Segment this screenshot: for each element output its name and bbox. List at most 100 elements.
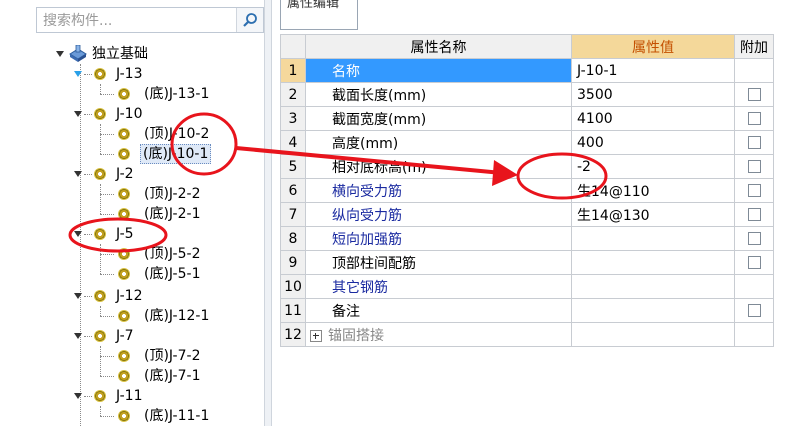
property-row[interactable]: 10 其它钢筋 (280, 274, 774, 299)
attach-checkbox[interactable] (747, 112, 761, 125)
tree-group-label: J-5 (116, 226, 134, 242)
attach-checkbox[interactable] (747, 160, 761, 173)
property-name-cell[interactable]: 其它钢筋 (305, 274, 572, 299)
attach-cell (734, 322, 774, 347)
tab-property-edit[interactable]: 属性编辑 (280, 0, 358, 30)
component-icon (94, 390, 106, 402)
property-row[interactable]: 9 顶部柱间配筋 (280, 250, 774, 275)
property-name: 截面长度(mm) (332, 87, 427, 104)
property-name-cell[interactable]: 相对底标高(m) (305, 154, 572, 179)
property-name-cell[interactable]: 备注 (305, 298, 572, 323)
property-row[interactable]: 11 备注 (280, 298, 774, 323)
property-value-cell[interactable] (571, 298, 735, 323)
property-name: 横向受力筋 (332, 183, 402, 200)
property-name-cell[interactable]: 顶部柱间配筋 (305, 250, 572, 275)
property-name: 名称 (332, 63, 360, 80)
attach-checkbox[interactable] (747, 136, 761, 149)
collapse-icon[interactable] (74, 393, 82, 399)
property-name: 相对底标高(m) (332, 159, 427, 176)
collapse-icon[interactable] (74, 293, 82, 299)
property-value-cell[interactable] (571, 226, 735, 251)
attach-checkbox[interactable] (747, 232, 761, 245)
property-name: 截面宽度(mm) (332, 111, 427, 128)
search-input[interactable] (41, 10, 235, 32)
tree-group-label: J-2 (116, 166, 134, 182)
attach-checkbox[interactable] (747, 184, 761, 197)
row-number: 10 (280, 274, 306, 299)
tree-group-label: J-11 (116, 388, 143, 404)
attach-checkbox[interactable] (747, 256, 761, 269)
collapse-icon[interactable] (74, 71, 82, 77)
tree-group-label: J-10 (116, 106, 143, 122)
property-name-cell[interactable]: 截面长度(mm) (305, 82, 572, 107)
property-value-cell[interactable]: 生14@130 (571, 202, 735, 227)
property-grid: 属性名称 属性值 附加 1 名称 J-10-1 2 截面长度(mm) 3500 3 截面宽度(… (280, 34, 774, 347)
property-name-cell[interactable]: 锚固搭接 (305, 322, 572, 347)
component-icon (118, 88, 130, 100)
property-name-cell[interactable]: 横向受力筋 (305, 178, 572, 203)
component-icon (118, 350, 130, 362)
attach-cell (734, 250, 774, 275)
collapse-icon[interactable] (74, 231, 82, 237)
property-row[interactable]: 4 高度(mm) 400 (280, 130, 774, 155)
property-value-cell[interactable] (571, 274, 735, 299)
header-attach[interactable]: 附加 (734, 34, 774, 59)
property-value-cell[interactable]: 4100 (571, 106, 735, 131)
property-row[interactable]: 1 名称 J-10-1 (280, 58, 774, 83)
tree-item-label: (底)J-12-1 (144, 308, 210, 324)
component-icon (118, 310, 130, 322)
row-number: 9 (280, 250, 306, 275)
property-value-cell[interactable] (571, 322, 735, 347)
row-number: 3 (280, 106, 306, 131)
tree-item-label: (顶)J-5-2 (144, 246, 201, 262)
property-row[interactable]: 2 截面长度(mm) 3500 (280, 82, 774, 107)
collapse-icon[interactable] (74, 333, 82, 339)
attach-checkbox[interactable] (747, 88, 761, 101)
attach-checkbox[interactable] (747, 208, 761, 221)
collapse-icon[interactable] (74, 171, 82, 177)
collapse-icon[interactable] (56, 51, 64, 57)
attach-cell (734, 106, 774, 131)
row-number: 8 (280, 226, 306, 251)
row-number: 5 (280, 154, 306, 179)
property-name-cell[interactable]: 高度(mm) (305, 130, 572, 155)
property-value-cell[interactable]: -2 (571, 154, 735, 179)
property-name-cell[interactable]: 名称 (305, 58, 572, 83)
property-name: 纵向受力筋 (332, 207, 402, 224)
tree-group-label: J-12 (116, 288, 143, 304)
property-name: 锚固搭接 (328, 327, 384, 344)
attach-checkbox[interactable] (747, 304, 761, 317)
tree-item-label: (顶)J-2-2 (144, 186, 201, 202)
component-icon (118, 268, 130, 280)
property-row[interactable]: 7 纵向受力筋 生14@130 (280, 202, 774, 227)
component-tree-panel: 独立基础 J-13 (底)J-13-1 J-10 (顶)J-10- (0, 0, 266, 426)
row-number: 12 (280, 322, 306, 347)
expand-icon[interactable] (310, 329, 322, 342)
panel-splitter[interactable] (264, 0, 272, 426)
search-button[interactable] (236, 8, 263, 32)
property-row[interactable]: 3 截面宽度(mm) 4100 (280, 106, 774, 131)
collapse-icon[interactable] (74, 111, 82, 117)
component-icon (94, 68, 106, 80)
tree-item-label: (底)J-5-1 (144, 266, 201, 282)
property-row[interactable]: 12 锚固搭接 (280, 322, 774, 347)
search-box (36, 7, 264, 33)
property-value-cell[interactable]: 400 (571, 130, 735, 155)
attach-cell (734, 130, 774, 155)
property-name-cell[interactable]: 纵向受力筋 (305, 202, 572, 227)
property-row[interactable]: 8 短向加强筋 (280, 226, 774, 251)
property-value-cell[interactable]: 生14@110 (571, 178, 735, 203)
property-row[interactable]: 6 横向受力筋 生14@110 (280, 178, 774, 203)
property-value-cell[interactable] (571, 250, 735, 275)
attach-cell (734, 154, 774, 179)
property-name-cell[interactable]: 短向加强筋 (305, 226, 572, 251)
header-property-value[interactable]: 属性值 (571, 34, 735, 59)
property-value-cell[interactable]: J-10-1 (571, 58, 735, 83)
attach-cell (734, 58, 774, 83)
attach-cell (734, 226, 774, 251)
property-row[interactable]: 5 相对底标高(m) -2 (280, 154, 774, 179)
header-property-name[interactable]: 属性名称 (305, 34, 572, 59)
search-icon (243, 13, 257, 27)
property-name-cell[interactable]: 截面宽度(mm) (305, 106, 572, 131)
property-value-cell[interactable]: 3500 (571, 82, 735, 107)
